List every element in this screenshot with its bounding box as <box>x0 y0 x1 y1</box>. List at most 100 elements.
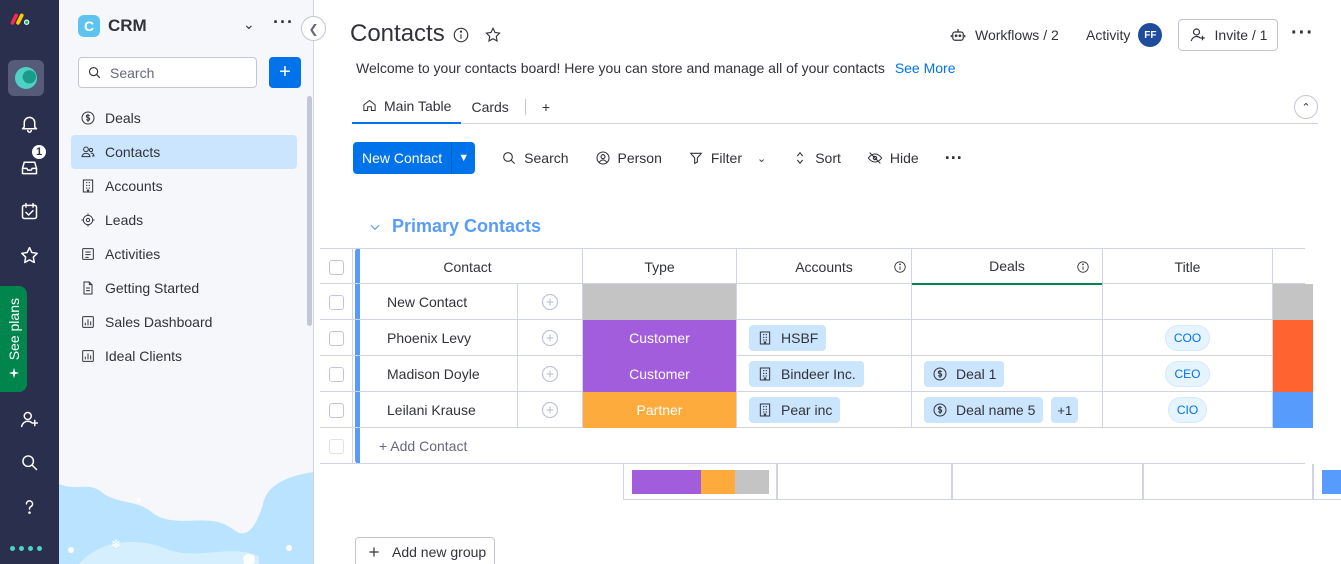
collapse-header-icon[interactable]: ⌃ <box>1294 95 1318 119</box>
deals-cell[interactable]: Deal name 5 +1 <box>912 392 1103 428</box>
accounts-cell[interactable] <box>737 284 912 320</box>
type-summary-cell[interactable] <box>623 464 777 500</box>
account-chip[interactable]: Pear inc <box>749 397 841 423</box>
column-header-accounts[interactable]: Accounts <box>737 249 912 285</box>
add-update-icon[interactable] <box>518 356 583 392</box>
accounts-cell[interactable]: Bindeer Inc. <box>737 356 912 392</box>
row-checkbox[interactable] <box>328 330 344 346</box>
sidebar-item-ideal-clients[interactable]: Ideal Clients <box>71 339 297 373</box>
select-all-checkbox[interactable] <box>328 259 344 275</box>
sidebar-scrollbar[interactable] <box>307 96 312 326</box>
contact-name[interactable]: New Contact <box>387 294 467 310</box>
invite-button[interactable]: Invite / 1 <box>1178 19 1278 51</box>
deals-cell[interactable] <box>912 284 1103 320</box>
sidebar-item-activities[interactable]: Activities <box>71 237 297 271</box>
chevron-down-icon[interactable]: ▼ <box>451 142 475 174</box>
contact-name-cell[interactable]: Madison Doyle <box>353 356 518 392</box>
table-row[interactable]: Leilani Krause Partner Pear inc Deal nam… <box>320 392 1313 428</box>
row-checkbox[interactable] <box>328 366 344 382</box>
chevron-down-icon[interactable] <box>368 220 382 234</box>
title-cell[interactable]: COO <box>1103 320 1273 356</box>
deals-cell[interactable] <box>912 320 1103 356</box>
add-contact-row[interactable]: + Add Contact <box>320 428 1305 464</box>
add-update-icon[interactable] <box>518 284 583 320</box>
more-options-icon[interactable]: ··· <box>273 12 294 33</box>
contact-name[interactable]: Phoenix Levy <box>387 330 471 346</box>
more-options-icon[interactable]: ··· <box>1291 22 1314 45</box>
monday-logo-icon[interactable] <box>10 8 31 29</box>
workspace-header[interactable]: C CRM ⌄ ··· <box>78 12 303 38</box>
accounts-cell[interactable]: HSBF <box>737 320 912 356</box>
extra-status-cell[interactable] <box>1273 392 1313 428</box>
group-header[interactable]: Primary Contacts <box>368 216 541 237</box>
my-work-icon[interactable] <box>0 194 59 228</box>
filter-button[interactable]: Filter ⌄ <box>688 150 766 166</box>
info-icon[interactable] <box>452 26 470 44</box>
collapse-sidebar-button[interactable]: ❮ <box>301 16 326 41</box>
apps-grid-icon[interactable] <box>10 546 42 551</box>
bell-icon[interactable] <box>0 106 59 140</box>
add-view-button[interactable]: + <box>532 90 560 124</box>
contact-name-cell[interactable]: Leilani Krause <box>353 392 518 428</box>
search-icon[interactable] <box>0 445 59 479</box>
page-title[interactable]: Contacts <box>350 20 445 48</box>
add-new-group-button[interactable]: Add new group <box>355 537 495 564</box>
tab-cards[interactable]: Cards <box>461 90 518 124</box>
extra-status-cell[interactable] <box>1273 320 1313 356</box>
chevron-down-icon[interactable]: ⌄ <box>243 16 255 33</box>
extra-status-cell[interactable] <box>1273 356 1313 392</box>
home-icon[interactable] <box>8 60 44 96</box>
accounts-cell[interactable]: Pear inc <box>737 392 912 428</box>
group-title[interactable]: Primary Contacts <box>392 216 541 237</box>
contact-name[interactable]: Madison Doyle <box>387 366 480 382</box>
row-select-cell[interactable] <box>320 320 353 356</box>
row-select-cell[interactable] <box>320 392 353 428</box>
sort-button[interactable]: Sort <box>792 150 841 166</box>
sidebar-item-accounts[interactable]: Accounts <box>71 169 297 203</box>
more-deals-badge[interactable]: +1 <box>1051 397 1079 423</box>
see-more-link[interactable]: See More <box>895 60 956 76</box>
type-cell[interactable]: Customer <box>583 320 737 356</box>
sidebar-item-getting-started[interactable]: Getting Started <box>71 271 297 305</box>
new-contact-button[interactable]: New Contact ▼ <box>353 142 476 174</box>
add-update-icon[interactable] <box>518 320 583 356</box>
invite-member-icon[interactable] <box>0 402 59 436</box>
tab-main-table[interactable]: Main Table <box>352 90 462 124</box>
deal-chip[interactable]: Deal 1 <box>924 361 1005 387</box>
type-cell[interactable] <box>583 284 737 320</box>
column-header-type[interactable]: Type <box>583 249 737 285</box>
inbox-icon[interactable] <box>0 150 59 184</box>
column-header-title[interactable]: Title <box>1103 249 1273 285</box>
contact-name-cell[interactable]: Phoenix Levy <box>353 320 518 356</box>
row-select-cell[interactable] <box>320 356 353 392</box>
title-cell[interactable]: CIO <box>1103 392 1273 428</box>
star-icon[interactable] <box>484 26 502 44</box>
column-header-extra[interactable] <box>1273 249 1313 285</box>
deal-chip[interactable]: Deal name 5 <box>924 397 1044 423</box>
star-icon[interactable] <box>0 238 59 272</box>
type-cell[interactable]: Partner <box>583 392 737 428</box>
add-item-button[interactable]: + <box>269 57 301 88</box>
sidebar-search-input[interactable]: Search <box>78 57 257 88</box>
column-header-contact[interactable]: Contact <box>353 249 583 285</box>
sidebar-item-sales-dashboard[interactable]: Sales Dashboard <box>71 305 297 339</box>
chevron-down-icon[interactable]: ⌄ <box>757 152 766 165</box>
title-cell[interactable] <box>1103 284 1273 320</box>
see-plans-button[interactable]: See plans <box>0 286 27 392</box>
info-icon[interactable] <box>893 260 907 277</box>
table-row[interactable]: Phoenix Levy Customer HSBF COO <box>320 320 1313 356</box>
contact-name[interactable]: Leilani Krause <box>387 402 476 418</box>
hide-button[interactable]: Hide <box>867 150 919 166</box>
table-row[interactable]: Madison Doyle Customer Bindeer Inc. Deal… <box>320 356 1313 392</box>
sidebar-item-leads[interactable]: Leads <box>71 203 297 237</box>
contact-name-cell[interactable]: New Contact <box>353 284 518 320</box>
add-contact-input[interactable]: + Add Contact <box>353 428 1305 464</box>
sidebar-item-deals[interactable]: Deals <box>71 101 297 135</box>
row-checkbox[interactable] <box>328 294 344 310</box>
help-icon[interactable] <box>0 489 59 523</box>
sidebar-item-contacts[interactable]: Contacts <box>71 135 297 169</box>
table-row[interactable]: New Contact <box>320 284 1313 320</box>
workflows-button[interactable]: Workflows / 2 <box>949 20 1059 50</box>
account-chip[interactable]: HSBF <box>749 325 827 351</box>
column-header-deals[interactable]: Deals <box>912 249 1103 285</box>
